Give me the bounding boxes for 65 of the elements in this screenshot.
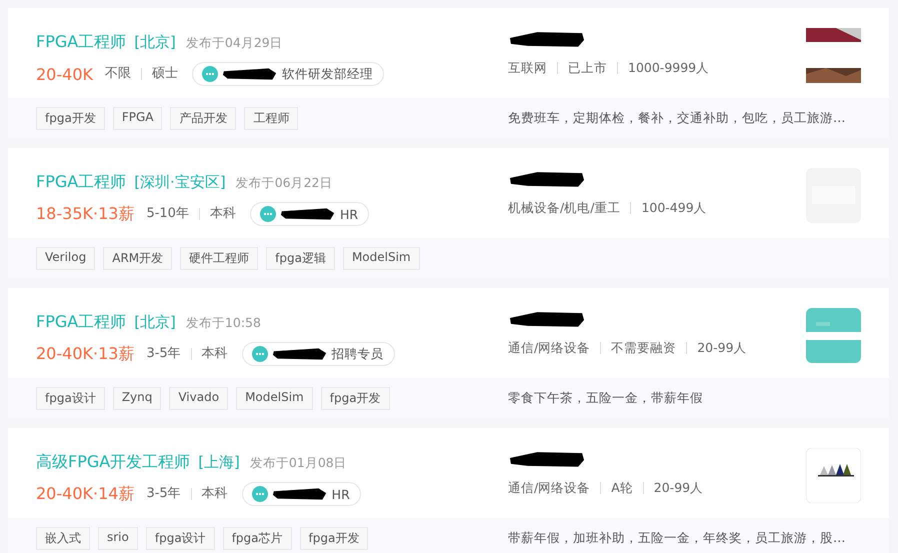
company-info: 20-99人 xyxy=(642,482,714,494)
requirement: 硕士 xyxy=(140,68,188,80)
skill-tag: 硬件工程师 xyxy=(180,246,258,270)
job-location: [上海] xyxy=(198,453,240,472)
company-info: 机械设备/机电/重工 xyxy=(508,202,622,214)
post-date: 发布于04月29日 xyxy=(186,35,283,52)
requirement: 本科 xyxy=(190,488,238,500)
skill-tag: fpga逻辑 xyxy=(266,246,335,270)
chat-icon xyxy=(252,346,268,362)
recruiter-chip[interactable]: HR xyxy=(242,482,361,506)
post-date: 发布于01月08日 xyxy=(250,455,347,472)
benefits-text: 免费班车，定期体检，餐补，交通补助，包吃，员工旅游… xyxy=(508,110,846,126)
chat-icon xyxy=(260,206,276,222)
skill-tag: Vivado xyxy=(169,386,228,410)
skill-tag: 工程师 xyxy=(244,106,298,130)
company-info: 不需要融资 xyxy=(600,342,686,354)
recruiter-chip[interactable]: 软件研发部经理 xyxy=(192,62,384,86)
post-date: 发布于06月22日 xyxy=(236,175,332,192)
redaction-mark xyxy=(280,207,336,221)
job-location: [北京] xyxy=(134,33,176,52)
chat-icon xyxy=(202,66,218,82)
company-info: 已上市 xyxy=(557,62,617,74)
skill-tag: fpga开发 xyxy=(320,386,390,410)
job-location: [北京] xyxy=(134,313,176,332)
benefits-text: 带薪年假，加班补助，五险一金，年终奖，员工旅游，股… xyxy=(508,530,846,546)
salary: 20-40K·13薪 xyxy=(36,344,134,364)
company-info: 20-99人 xyxy=(686,342,757,354)
salary: 20-40K·14薪 xyxy=(36,484,134,504)
skill-tag: ModelSim xyxy=(342,246,420,270)
company-info: 通信/网络设备 xyxy=(508,482,592,494)
skill-tag: ARM开发 xyxy=(103,246,172,270)
skill-tag: Zynq xyxy=(112,386,162,410)
skill-tag: fpga设计 xyxy=(146,526,215,550)
skill-tag: fpga开发 xyxy=(36,106,105,130)
redaction-mark xyxy=(222,67,278,81)
requirement: 3-5年 xyxy=(146,488,182,500)
company-info: 100-499人 xyxy=(630,202,717,214)
skill-tag: Verilog xyxy=(36,246,96,270)
skill-tag: FPGA xyxy=(112,106,162,130)
company-info: A轮 xyxy=(600,482,643,494)
skill-tag: fpga设计 xyxy=(36,386,105,410)
skill-tag: ModelSim xyxy=(236,386,313,410)
salary: 20-40K xyxy=(36,64,93,84)
company-info: 1000-9999人 xyxy=(617,62,720,74)
requirement: 3-5年 xyxy=(146,348,182,360)
company-info: 通信/网络设备 xyxy=(508,342,592,354)
skill-tag: srio xyxy=(98,526,138,550)
salary: 18-35K·13薪 xyxy=(36,204,134,224)
requirement: 不限 xyxy=(104,68,132,80)
benefits-text: 零食下午茶，五险一金，带薪年假 xyxy=(508,390,703,406)
redaction-mark xyxy=(272,347,328,361)
requirement: 本科 xyxy=(190,348,238,360)
skill-tag: 产品开发 xyxy=(170,106,236,130)
skill-tag: 嵌入式 xyxy=(36,526,90,550)
requirement: 5-10年 xyxy=(146,208,190,220)
requirement: 本科 xyxy=(198,208,246,220)
skill-tag: fpga芯片 xyxy=(222,526,292,550)
skill-tag: fpga开发 xyxy=(300,526,368,550)
post-date: 发布于10:58 xyxy=(186,315,261,332)
recruiter-chip[interactable]: HR xyxy=(250,202,370,226)
company-info: 互联网 xyxy=(508,62,548,74)
recruiter-chip[interactable]: 招聘专员 xyxy=(242,342,395,366)
chat-icon xyxy=(252,486,268,502)
job-location: [深圳·宝安区] xyxy=(134,173,226,192)
redaction-mark xyxy=(272,487,328,501)
